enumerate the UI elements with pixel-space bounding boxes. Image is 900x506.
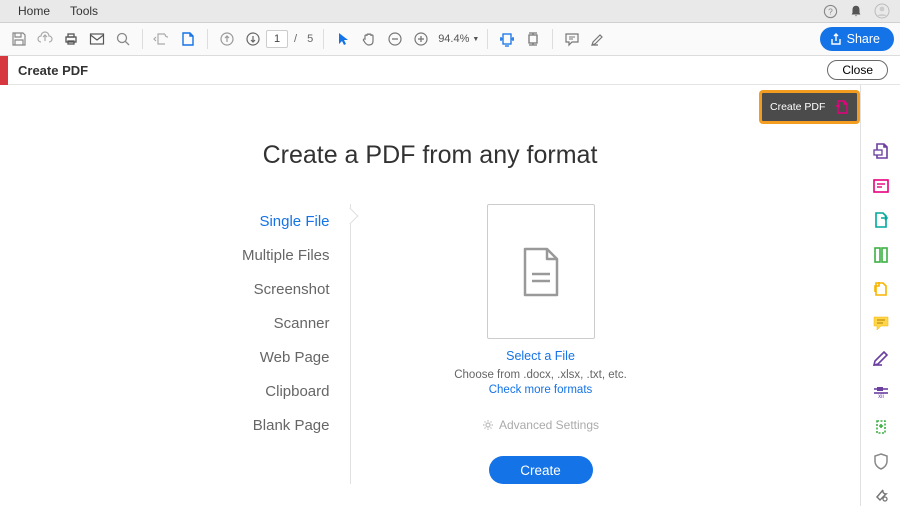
- search-icon[interactable]: [110, 26, 136, 52]
- rail-comment-icon[interactable]: [870, 313, 892, 333]
- check-more-formats-link[interactable]: Check more formats: [489, 384, 593, 396]
- page-view-icon[interactable]: [175, 26, 201, 52]
- file-hint: Choose from .docx, .xlsx, .txt, etc.: [454, 369, 627, 381]
- create-pdf-icon: [833, 98, 851, 116]
- page-heading: Create a PDF from any format: [263, 141, 598, 170]
- file-icon: [519, 245, 563, 299]
- select-tool-icon[interactable]: [330, 26, 356, 52]
- svg-text:?: ?: [828, 6, 833, 16]
- hand-tool-icon[interactable]: [356, 26, 382, 52]
- select-file-link[interactable]: Select a File: [506, 349, 575, 363]
- save-icon[interactable]: [6, 26, 32, 52]
- menu-tools[interactable]: Tools: [60, 0, 108, 23]
- option-multiple-files[interactable]: Multiple Files: [170, 238, 330, 272]
- toolbar: / 5 94.4%▼ Share: [0, 23, 900, 56]
- divider: [350, 204, 351, 484]
- create-button[interactable]: Create: [489, 456, 593, 484]
- chevron-down-icon: ▼: [472, 36, 479, 43]
- page-total: 5: [307, 33, 313, 45]
- rail-create-pdf-icon[interactable]: [870, 141, 892, 161]
- fit-width-icon[interactable]: [494, 26, 520, 52]
- file-dropzone[interactable]: [487, 204, 595, 339]
- gear-icon: [482, 419, 494, 431]
- comment-icon[interactable]: [559, 26, 585, 52]
- option-web-page[interactable]: Web Page: [170, 340, 330, 374]
- callout-create-pdf: Create PDF: [759, 90, 860, 124]
- right-tool-rail: xii: [860, 85, 900, 506]
- print-icon[interactable]: [58, 26, 84, 52]
- active-tool-indicator: [0, 56, 8, 85]
- close-button[interactable]: Close: [827, 60, 888, 80]
- subbar: Create PDF Close: [0, 56, 900, 85]
- advanced-settings: Advanced Settings: [482, 418, 599, 432]
- zoom-out-icon[interactable]: [382, 26, 408, 52]
- highlight-icon[interactable]: [585, 26, 611, 52]
- cloud-upload-icon[interactable]: [32, 26, 58, 52]
- rail-protect-icon[interactable]: [870, 451, 892, 471]
- rail-redact-icon[interactable]: xii: [870, 382, 892, 402]
- callout-label: Create PDF: [770, 101, 825, 113]
- rail-export-pdf-icon[interactable]: [870, 210, 892, 230]
- zoom-level[interactable]: 94.4%▼: [438, 33, 479, 45]
- email-icon[interactable]: [84, 26, 110, 52]
- page-down-icon[interactable]: [240, 26, 266, 52]
- fit-page-icon[interactable]: [520, 26, 546, 52]
- source-options: Single File Multiple Files Screenshot Sc…: [170, 204, 350, 484]
- svg-text:xii: xii: [878, 394, 884, 399]
- panel-title: Create PDF: [18, 63, 88, 78]
- rail-sign-icon[interactable]: [870, 348, 892, 368]
- page-thumbnails-icon[interactable]: [149, 26, 175, 52]
- rail-optimize-icon[interactable]: [870, 417, 892, 437]
- option-scanner[interactable]: Scanner: [170, 306, 330, 340]
- page-separator: /: [294, 33, 297, 45]
- option-clipboard[interactable]: Clipboard: [170, 374, 330, 408]
- option-screenshot[interactable]: Screenshot: [170, 272, 330, 306]
- rail-combine-icon[interactable]: [870, 279, 892, 299]
- rail-more-tools-icon[interactable]: [870, 486, 892, 506]
- option-single-file[interactable]: Single File: [170, 204, 330, 238]
- zoom-in-icon[interactable]: [408, 26, 434, 52]
- menu-home[interactable]: Home: [8, 0, 60, 23]
- rail-organize-icon[interactable]: [870, 244, 892, 264]
- option-blank-page[interactable]: Blank Page: [170, 408, 330, 442]
- account-icon[interactable]: [872, 1, 892, 21]
- share-button[interactable]: Share: [820, 27, 894, 51]
- rail-edit-pdf-icon[interactable]: [870, 175, 892, 195]
- bell-icon[interactable]: [846, 1, 866, 21]
- share-icon: [830, 33, 842, 45]
- help-icon[interactable]: ?: [820, 1, 840, 21]
- main-content: Create PDF Create a PDF from any format …: [0, 85, 860, 506]
- menu-bar: Home Tools ?: [0, 0, 900, 23]
- page-number-input[interactable]: [266, 30, 288, 48]
- page-up-icon[interactable]: [214, 26, 240, 52]
